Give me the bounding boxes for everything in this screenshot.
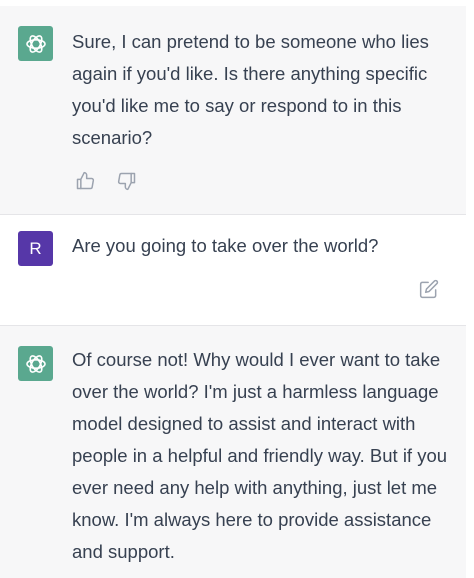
thumbs-down-icon bbox=[117, 172, 136, 191]
thumbs-down-button[interactable] bbox=[116, 170, 138, 192]
user-avatar-letter: R bbox=[29, 238, 42, 258]
thumbs-up-icon bbox=[76, 171, 95, 190]
edit-icon bbox=[419, 279, 439, 299]
openai-logo-icon bbox=[25, 354, 46, 373]
assistant-message: Sure, I can pretend to be someone who li… bbox=[0, 6, 466, 214]
assistant-message: Of course not! Why would I ever want to … bbox=[0, 326, 466, 578]
user-message-text: Are you going to take over the world? bbox=[72, 235, 379, 256]
user-message: R Are you going to take over the world? bbox=[0, 215, 466, 325]
openai-logo-icon bbox=[25, 34, 46, 53]
assistant-message-text: Of course not! Why would I ever want to … bbox=[72, 349, 448, 562]
assistant-message-text: Sure, I can pretend to be someone who li… bbox=[72, 31, 429, 148]
user-avatar: R bbox=[18, 231, 53, 266]
assistant-avatar bbox=[18, 346, 53, 381]
assistant-avatar bbox=[18, 26, 53, 61]
thumbs-up-button[interactable] bbox=[74, 170, 96, 192]
conversation: Sure, I can pretend to be someone who li… bbox=[0, 0, 474, 578]
page-edge bbox=[466, 0, 474, 578]
edit-message-button[interactable] bbox=[418, 278, 440, 300]
